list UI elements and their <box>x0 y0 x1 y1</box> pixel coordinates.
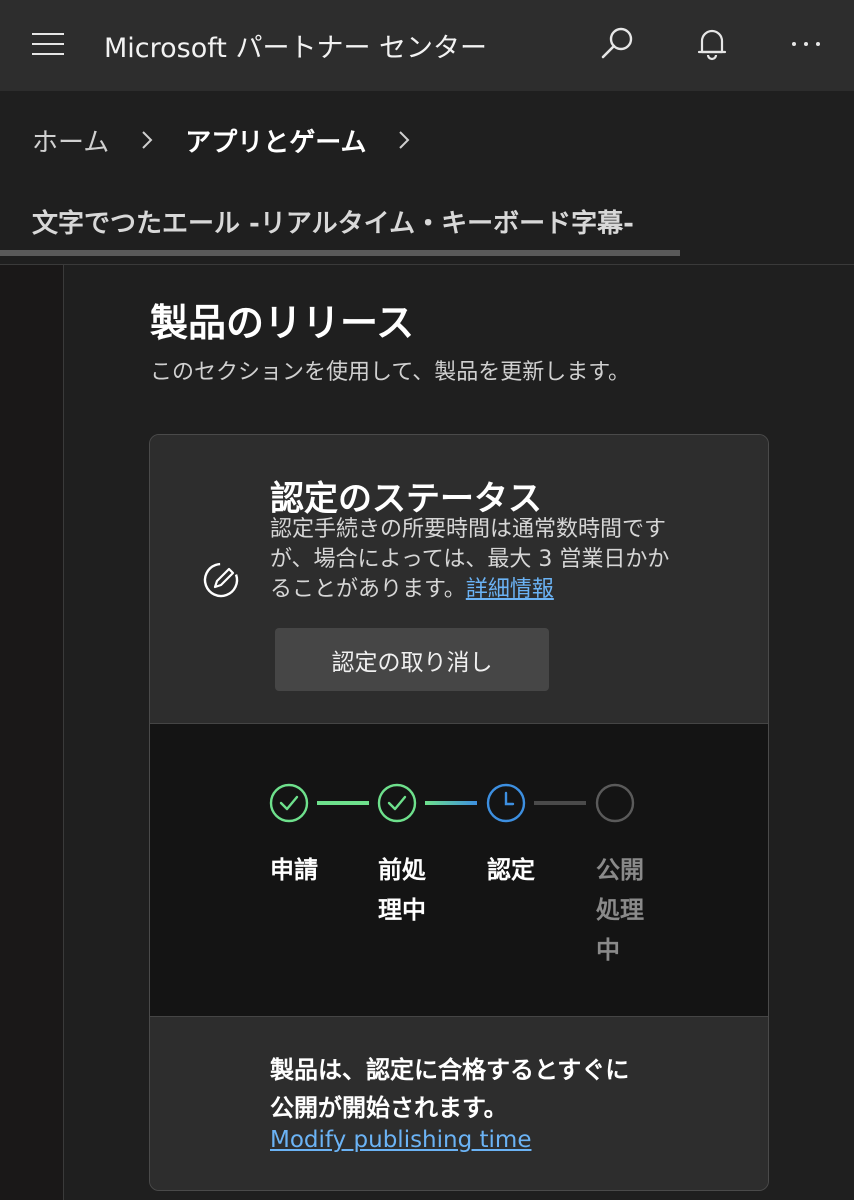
chevron-right-icon <box>142 131 153 149</box>
certification-status-text: 認定手続きの所要時間は通常数時間ですが、場合によっては、最大 3 営業日かかるこ… <box>270 515 690 605</box>
search-icon[interactable] <box>596 22 640 66</box>
step-connector <box>425 801 477 805</box>
product-name-tab[interactable]: 文字でつたエール -リアルタイム・キーボード字幕- <box>32 203 634 240</box>
step-check-icon <box>377 783 417 823</box>
step-clock-icon <box>486 783 526 823</box>
breadcrumb: ホーム アプリとゲーム <box>32 120 442 160</box>
left-navigation-rail <box>0 265 64 1200</box>
section-title: 製品のリリース <box>150 301 415 345</box>
more-options-icon[interactable] <box>784 22 828 66</box>
modify-publishing-time-link[interactable]: Modify publishing time <box>270 1127 531 1153</box>
section-description: このセクションを使用して、製品を更新します。 <box>150 360 631 385</box>
progress-stepper: 申請 前処理中 認定 公開処理中 <box>150 724 768 1017</box>
step-label-submitted: 申請 <box>270 856 318 884</box>
hamburger-menu-icon[interactable] <box>32 33 64 55</box>
publish-info-block: 製品は、認定に合格するとすぐに公開が開始されます。 Modify publish… <box>150 1017 768 1190</box>
step-check-icon <box>269 783 309 823</box>
release-card: 認定のステータス 認定手続きの所要時間は通常数時間ですが、場合によっては、最大 … <box>149 434 769 1191</box>
bell-icon[interactable] <box>690 22 734 66</box>
publish-info-text: 製品は、認定に合格するとすぐに公開が開始されます。 <box>270 1056 630 1122</box>
more-info-link[interactable]: 詳細情報 <box>466 577 554 602</box>
certificate-edit-icon <box>203 562 239 598</box>
step-label-publishing: 公開処理中 <box>596 856 644 964</box>
top-bar: Microsoft パートナー センター <box>0 0 854 91</box>
step-connector <box>317 801 369 805</box>
certification-status-block: 認定のステータス 認定手続きの所要時間は通常数時間ですが、場合によっては、最大 … <box>150 435 768 724</box>
header-divider <box>0 264 854 265</box>
app-title: Microsoft パートナー センター <box>104 33 488 64</box>
breadcrumb-apps-and-games[interactable]: アプリとゲーム <box>185 122 366 159</box>
certification-status-title: 認定のステータス <box>270 479 542 519</box>
cancel-certification-button[interactable]: 認定の取り消し <box>275 628 549 691</box>
breadcrumb-home[interactable]: ホーム <box>32 122 109 159</box>
step-pending-icon <box>595 783 635 823</box>
tab-underline <box>0 250 680 256</box>
step-connector <box>534 801 586 805</box>
step-label-certification: 認定 <box>487 856 535 884</box>
step-label-preprocessing: 前処理中 <box>378 856 426 924</box>
chevron-right-icon[interactable] <box>384 125 424 155</box>
